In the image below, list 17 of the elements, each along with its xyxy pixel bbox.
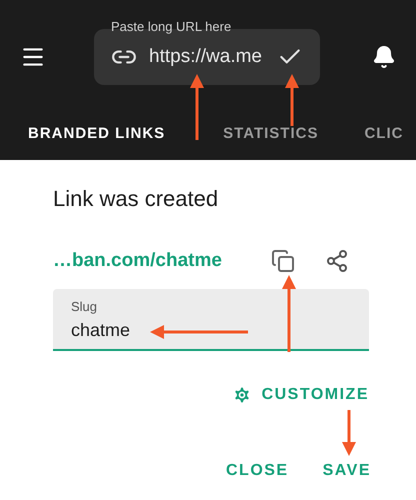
save-button[interactable]: SAVE (322, 459, 371, 483)
slug-field-label: Slug (71, 298, 98, 316)
notification-bell-icon[interactable] (372, 45, 396, 69)
tab[interactable]: STATISTICS (223, 122, 318, 146)
slug-field[interactable]: Slug chatme (53, 289, 369, 351)
short-link[interactable]: …ban.com/chatme (53, 246, 222, 276)
arrow (342, 410, 356, 456)
arrow (285, 74, 299, 126)
tab[interactable]: BRANDED LINKS (28, 122, 166, 146)
tab[interactable]: CLIC (364, 122, 404, 146)
close-button[interactable]: CLOSE (226, 459, 289, 483)
slug-value: chatme (71, 318, 130, 342)
copy-icon[interactable] (271, 249, 295, 273)
customize-button[interactable]: CUSTOMIZE (232, 383, 369, 407)
arrow (190, 74, 204, 140)
share-icon[interactable] (325, 249, 349, 273)
dialog-title: Link was created (53, 185, 220, 213)
